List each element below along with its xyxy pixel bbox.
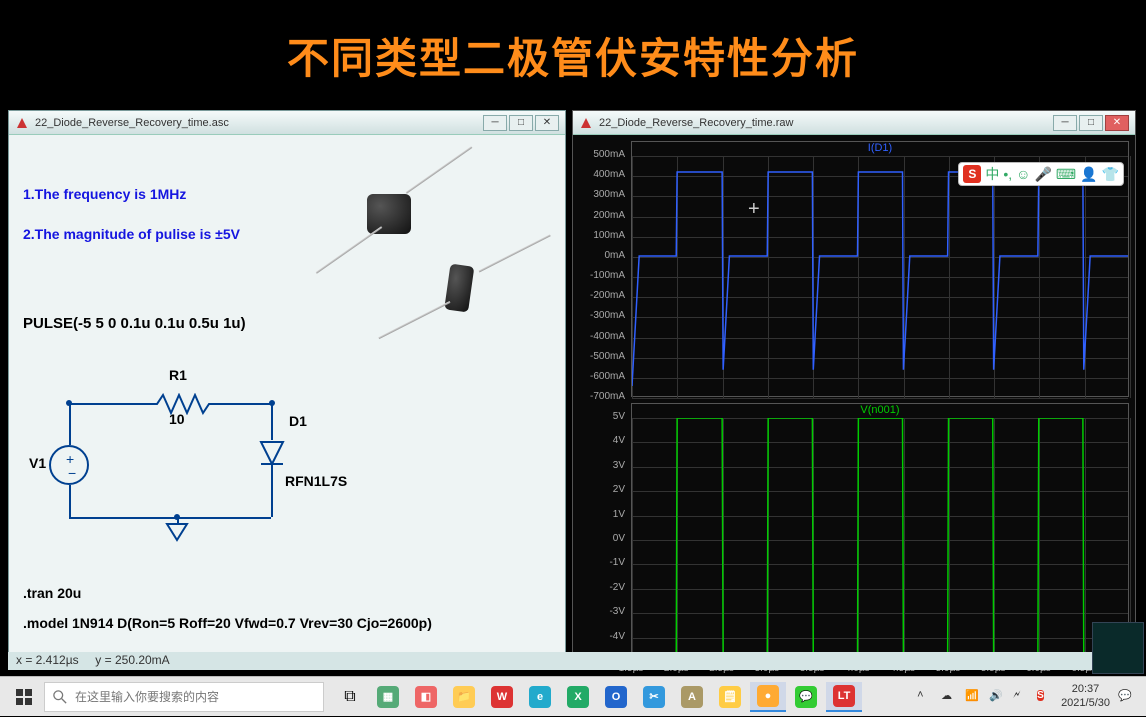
ground-symbol — [163, 520, 191, 544]
ime-mic-icon[interactable]: 🎤 — [1034, 166, 1051, 183]
r1-label: R1 — [169, 367, 187, 383]
ime-keyboard-icon[interactable]: ⌨ — [1056, 166, 1076, 183]
schematic-window: 22_Diode_Reverse_Recovery_time.asc ─ □ ✕… — [8, 110, 566, 670]
maximize-button[interactable]: □ — [509, 115, 533, 131]
ltspice-icon — [579, 116, 593, 130]
wechat-icon[interactable]: 💬 — [788, 682, 824, 712]
v1-label: V1 — [29, 455, 46, 471]
ime-skin-icon[interactable]: 👕 — [1102, 166, 1119, 183]
desktop-area: 22_Diode_Reverse_Recovery_time.asc ─ □ ✕… — [0, 110, 1146, 676]
tray-chevron-icon[interactable]: ˄ — [917, 689, 933, 705]
browser-icon[interactable]: ● — [750, 682, 786, 712]
outlook-icon[interactable]: O — [598, 682, 634, 712]
waveform-title: 22_Diode_Reverse_Recovery_time.raw — [599, 117, 1053, 129]
tray-wifi-icon[interactable]: 📶 — [965, 689, 981, 705]
trace-voltage — [632, 418, 1128, 660]
tran-directive: .tran 20u — [23, 585, 81, 601]
ltspice-icon — [15, 116, 29, 130]
presenter-avatar — [1092, 622, 1144, 674]
calculator-icon[interactable]: ▦ — [370, 682, 406, 712]
note-magnitude: 2.The magnitude of pulise is ±5V — [23, 225, 240, 245]
notes-icon[interactable]: 🗒 — [712, 682, 748, 712]
altium-icon[interactable]: A — [674, 682, 710, 712]
ime-emoji-icon[interactable]: ☺ — [1016, 166, 1030, 182]
taskbar-clock[interactable]: 20:37 2021/5/30 — [1061, 683, 1110, 709]
schematic-titlebar[interactable]: 22_Diode_Reverse_Recovery_time.asc ─ □ ✕ — [9, 111, 565, 135]
ime-badge[interactable]: S — [963, 165, 981, 183]
schematic-canvas[interactable]: 1.The frequency is 1MHz 2.The magnitude … — [9, 135, 565, 669]
snip-icon[interactable]: ✂ — [636, 682, 672, 712]
voltage-source-v1: +− — [49, 445, 89, 485]
model-directive: .model 1N914 D(Ron=5 Roff=20 Vfwd=0.7 Vr… — [23, 615, 432, 631]
waveform-window: 22_Diode_Reverse_Recovery_time.raw ─ □ ✕… — [572, 110, 1136, 670]
maximize-button[interactable]: □ — [1079, 115, 1103, 131]
notification-icon[interactable]: 💬 — [1118, 689, 1134, 705]
clock-time: 20:37 — [1061, 683, 1110, 696]
wps-icon[interactable]: W — [484, 682, 520, 712]
cursor-y: y = 250.20mA — [95, 653, 169, 667]
taskbar[interactable]: 在这里输入你要搜索的内容 ⧉ ▦ ◧ 📁 W e X O ✂ A 🗒 ● 💬 L… — [0, 676, 1146, 716]
trace-current — [632, 156, 1128, 396]
taskbar-search[interactable]: 在这里输入你要搜索的内容 — [44, 682, 324, 712]
system-tray[interactable]: ˄ ☁ 📶 🔊 🗲 S 20:37 2021/5/30 💬 — [909, 683, 1142, 709]
diode-d1 — [259, 440, 285, 478]
start-button[interactable] — [4, 677, 44, 717]
tray-battery-icon[interactable]: 🗲 — [1013, 689, 1029, 705]
excel-icon[interactable]: X — [560, 682, 596, 712]
close-button[interactable]: ✕ — [1105, 115, 1129, 131]
ime-punct-icon[interactable]: •, — [1003, 166, 1012, 182]
close-button[interactable]: ✕ — [535, 115, 559, 131]
circuit-schematic: R1 10 +− V1 D1 RFN1L7S — [29, 345, 359, 575]
ime-lang[interactable]: 中 — [985, 164, 999, 184]
video-title-banner: 不同类型二极管伏安特性分析 — [0, 0, 1146, 110]
task-view-icon[interactable]: ⧉ — [332, 682, 368, 712]
tray-ime-icon[interactable]: S — [1037, 689, 1053, 705]
video-title: 不同类型二极管伏安特性分析 — [287, 25, 859, 86]
schematic-title: 22_Diode_Reverse_Recovery_time.asc — [35, 117, 483, 129]
search-icon — [53, 690, 67, 704]
y-axis-top: 500mA400mA300mA200mA100mA0mA-100mA-200mA… — [573, 141, 629, 397]
tray-cloud-icon[interactable]: ☁ — [941, 689, 957, 705]
diode-photo-2 — [379, 206, 539, 374]
waveform-titlebar[interactable]: 22_Diode_Reverse_Recovery_time.raw ─ □ ✕ — [573, 111, 1135, 135]
ime-user-icon[interactable]: 👤 — [1080, 166, 1097, 183]
r1-value: 10 — [169, 411, 185, 427]
plot-area[interactable]: 500mA400mA300mA200mA100mA0mA-100mA-200mA… — [573, 135, 1135, 669]
pulse-directive: PULSE(-5 5 0 0.1u 0.1u 0.5u 1u) — [23, 315, 246, 332]
plot-voltage[interactable]: V(n001) — [631, 403, 1129, 661]
d1-label: D1 — [289, 413, 307, 429]
ltspice-task-icon[interactable]: LT — [826, 682, 862, 712]
app-icon[interactable]: ◧ — [408, 682, 444, 712]
status-bar: x = 2.412µs y = 250.20mA — [8, 652, 1138, 670]
minimize-button[interactable]: ─ — [1053, 115, 1077, 131]
edge-icon[interactable]: e — [522, 682, 558, 712]
d1-model: RFN1L7S — [285, 473, 347, 489]
taskbar-apps: ⧉ ▦ ◧ 📁 W e X O ✂ A 🗒 ● 💬 LT — [332, 682, 909, 712]
minimize-button[interactable]: ─ — [483, 115, 507, 131]
note-frequency: 1.The frequency is 1MHz — [23, 185, 186, 205]
folder-icon[interactable]: 📁 — [446, 682, 482, 712]
y-axis-bottom: 5V4V3V2V1V0V-1V-2V-3V-4V-5V — [573, 403, 629, 661]
tray-volume-icon[interactable]: 🔊 — [989, 689, 1005, 705]
trace-name-top: I(D1) — [632, 142, 1128, 154]
search-placeholder: 在这里输入你要搜索的内容 — [75, 688, 219, 705]
clock-date: 2021/5/30 — [1061, 697, 1110, 710]
trace-name-bot: V(n001) — [632, 404, 1128, 416]
ime-toolbar[interactable]: S 中 •, ☺ 🎤 ⌨ 👤 👕 — [958, 162, 1124, 186]
cursor-x: x = 2.412µs — [16, 653, 79, 667]
